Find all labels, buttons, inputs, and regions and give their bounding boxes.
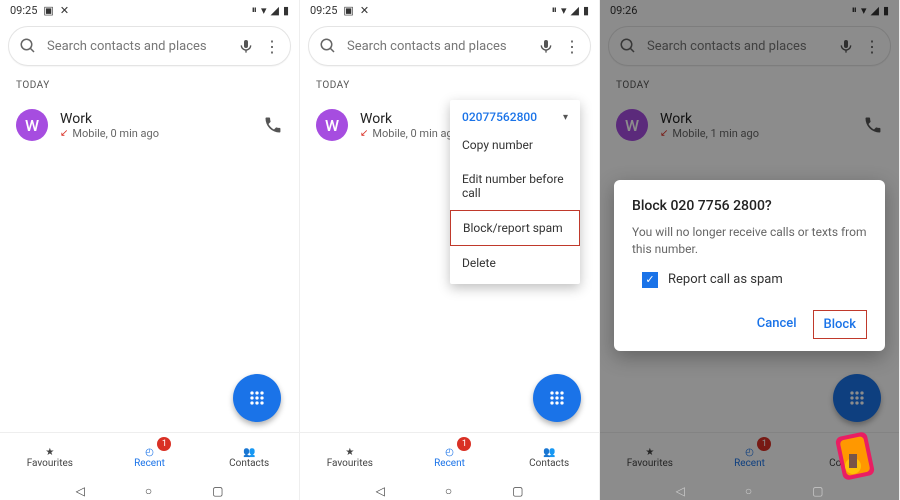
block-dialog: Block 020 7756 2800? You will no longer … [614,180,885,351]
status-time: 09:25 [10,4,37,17]
people-icon: 👥 [543,447,555,458]
phone-icon[interactable] [263,115,283,135]
battery-icon: ▮ [583,4,589,17]
cancel-button[interactable]: Cancel [747,310,807,339]
home-key[interactable]: ○ [145,484,152,498]
call-log-row[interactable]: W Work ↙ Mobile, 0 min ago [0,101,299,149]
watermark-logo [825,426,885,486]
search-placeholder: Search contacts and places [347,39,528,54]
checkbox-checked-icon[interactable]: ✓ [642,272,658,288]
dialpad-fab[interactable] [533,374,581,422]
context-menu: 02077562800 ▾ Copy number Edit number be… [450,100,580,284]
recents-key[interactable]: ▢ [212,484,223,498]
dialog-title: Block 020 7756 2800? [632,198,867,214]
call-name: Work [60,111,251,127]
block-button[interactable]: Block [813,310,867,339]
section-label: TODAY [316,80,599,91]
missed-arrow-icon: ↙ [60,128,68,139]
clock-icon: ◴ [445,447,454,458]
back-key[interactable]: ◁ [676,484,685,498]
more-icon[interactable]: ⋮ [264,37,280,56]
nav-favourites[interactable]: ★ Favourites [0,433,100,482]
section-label: TODAY [16,80,299,91]
soft-nav: ◁ ○ ▢ [0,482,299,500]
search-placeholder: Search contacts and places [47,39,228,54]
bottom-nav: ★ Favourites 1 ◴ Recent 👥 Contacts [0,432,299,482]
nav-label: Favourites [327,458,373,469]
screen-recents: 09:25 ▣ ✕ ⏸ ▾ ◢ ▮ Search contacts and pl… [0,0,300,500]
screen-context-menu: 09:25 ▣ ✕ ⏸ ▾ ◢ ▮ Search contacts and pl… [300,0,600,500]
nav-badge: 1 [157,437,171,451]
people-icon: 👥 [243,447,255,458]
mic-icon[interactable] [538,38,554,54]
clock-icon: ◴ [145,447,154,458]
status-bar: 09:25 ▣ ✕ ⏸ ▾ ◢ ▮ [0,0,299,20]
missed-arrow-icon: ↙ [360,128,368,139]
home-key[interactable]: ○ [445,484,452,498]
picture-icon: ▣ [343,4,353,17]
nav-label: Favourites [27,458,73,469]
dialog-body: You will no longer receive calls or text… [632,224,867,258]
menu-phone-number[interactable]: 02077562800 [462,110,537,124]
missed-call-icon: ✕ [360,4,369,17]
call-info: Work ↙ Mobile, 0 min ago [60,111,251,140]
vibrate-icon: ⏸ [251,3,257,17]
menu-block-spam[interactable]: Block/report spam [450,210,580,246]
recents-key[interactable]: ▢ [512,484,523,498]
status-time: 09:25 [310,4,337,17]
call-sub: Mobile, 0 min ago [372,127,459,140]
nav-label: Recent [134,458,165,469]
nav-recent[interactable]: 1 ◴ Recent [100,433,200,482]
menu-edit-number[interactable]: Edit number before call [450,162,580,210]
search-bar[interactable]: Search contacts and places ⋮ [8,26,291,66]
wifi-icon: ▾ [561,4,567,17]
nav-contacts[interactable]: 👥 Contacts [199,433,299,482]
vibrate-icon: ⏸ [551,3,557,17]
menu-delete[interactable]: Delete [450,246,580,280]
mic-icon[interactable] [238,38,254,54]
screen-block-dialog: 09:26 ⏸ ▾ ◢ ▮ Search contacts and places… [600,0,900,500]
star-icon: ★ [45,447,54,458]
avatar[interactable]: W [316,109,348,141]
status-bar: 09:25 ▣ ✕ ⏸ ▾ ◢ ▮ [300,0,599,20]
recents-key[interactable]: ▢ [812,484,823,498]
checkbox-label: Report call as spam [668,272,783,287]
bottom-nav: ★ Favourites 1 ◴ Recent 👥 Contacts [300,432,599,482]
missed-call-icon: ✕ [60,4,69,17]
picture-icon: ▣ [43,4,53,17]
nav-recent[interactable]: 1 ◴ Recent [400,433,500,482]
nav-label: Contacts [529,458,569,469]
nav-label: Contacts [229,458,269,469]
report-spam-row[interactable]: ✓ Report call as spam [642,272,867,288]
back-key[interactable]: ◁ [376,484,385,498]
soft-nav: ◁ ○ ▢ [300,482,599,500]
dialpad-fab[interactable] [233,374,281,422]
nav-contacts[interactable]: 👥 Contacts [499,433,599,482]
home-key[interactable]: ○ [745,484,752,498]
search-bar[interactable]: Search contacts and places ⋮ [308,26,591,66]
dialpad-icon [547,388,567,408]
battery-icon: ▮ [283,4,289,17]
dialpad-icon [247,388,267,408]
nav-favourites[interactable]: ★ Favourites [300,433,400,482]
nav-badge: 1 [457,437,471,451]
signal-icon: ◢ [570,4,578,17]
search-icon [19,37,37,55]
avatar[interactable]: W [16,109,48,141]
signal-icon: ◢ [270,4,278,17]
back-key[interactable]: ◁ [76,484,85,498]
nav-label: Recent [434,458,465,469]
menu-copy-number[interactable]: Copy number [450,128,580,162]
wifi-icon: ▾ [261,4,267,17]
more-icon[interactable]: ⋮ [564,37,580,56]
chevron-down-icon[interactable]: ▾ [563,112,568,123]
call-sub: Mobile, 0 min ago [72,127,159,140]
star-icon: ★ [345,447,354,458]
search-icon [319,37,337,55]
